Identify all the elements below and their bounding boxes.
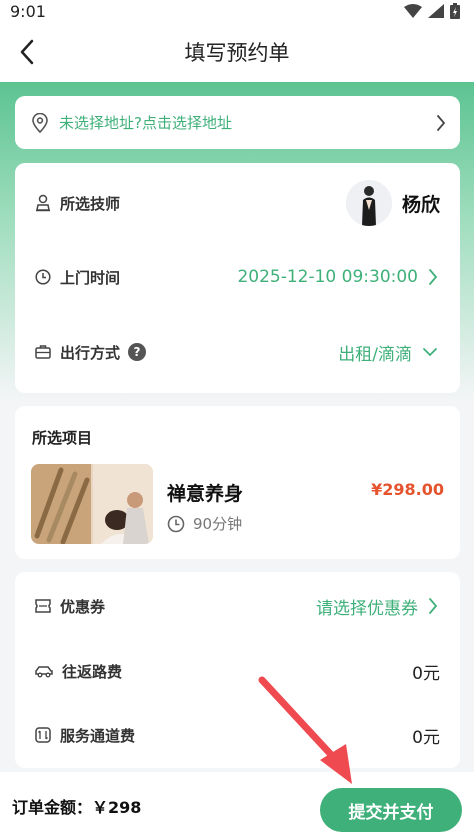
travel-fee-value: 0元 (412, 663, 440, 684)
location-pin-icon (32, 112, 48, 133)
coupon-text: 请选择优惠券 (316, 598, 418, 619)
coupon-icon (35, 599, 51, 613)
travel-mode-label: 出行方式 (60, 343, 121, 362)
bag-icon (35, 345, 51, 359)
page-title: 填写预约单 (184, 41, 290, 65)
coupon-label: 优惠券 (60, 597, 106, 616)
address-selector[interactable]: 未选择地址?点击选择地址 (15, 96, 460, 149)
submit-pay-button[interactable]: 提交并支付 (320, 788, 462, 832)
status-icons (404, 3, 460, 19)
service-fee-icon (35, 727, 51, 743)
technician-label: 所选技师 (60, 194, 121, 213)
signal-icon (428, 4, 444, 18)
project-image (31, 464, 153, 544)
duration-text: 90分钟 (193, 515, 243, 533)
travel-fee-row: 往返路费 0元 (15, 649, 460, 693)
visit-time-text: 2025-12-10 09:30:00 (237, 267, 418, 287)
channel-fee-label: 服务通道费 (60, 726, 136, 745)
battery-icon (450, 3, 460, 19)
booking-info-card: 所选技师 杨欣 上门时间 2025-12-10 09:30:00 出行方式 ? … (15, 163, 460, 393)
travel-mode-text: 出租/滴滴 (338, 344, 412, 365)
car-icon (35, 666, 53, 678)
status-bar: 9:01 (0, 0, 474, 22)
project-name: 禅意养身 (167, 483, 244, 505)
visit-time-label: 上门时间 (60, 268, 121, 287)
channel-fee-row: 服务通道费 0元 (15, 713, 460, 757)
address-placeholder: 未选择地址?点击选择地址 (59, 114, 232, 132)
technician-name: 杨欣 (401, 193, 440, 216)
technician-icon (36, 194, 50, 212)
project-price: ¥298.00 (371, 480, 444, 499)
travel-mode-row[interactable]: 出行方式 ? 出租/滴滴 (15, 330, 460, 374)
channel-fee-value: 0元 (412, 727, 440, 748)
chevron-right-icon (429, 269, 438, 285)
wifi-icon (404, 4, 422, 18)
chevron-right-icon (429, 598, 438, 614)
chevron-right-icon (437, 114, 446, 131)
travel-fee-label: 往返路费 (62, 662, 123, 681)
visit-time-row[interactable]: 上门时间 2025-12-10 09:30:00 (15, 255, 460, 299)
technician-row[interactable]: 所选技师 杨欣 (15, 179, 460, 227)
status-time: 9:01 (10, 1, 46, 21)
visit-time-value: 2025-12-10 09:30:00 (237, 267, 438, 287)
clock-icon (167, 515, 185, 532)
avatar (345, 180, 392, 226)
fee-card: 优惠券 请选择优惠券 往返路费 0元 服务通道费 0元 (15, 572, 460, 768)
back-button[interactable] (12, 36, 42, 68)
project-duration: 90分钟 (167, 513, 242, 534)
clock-icon (35, 269, 51, 285)
order-total: 订单金额：￥298 (12, 798, 142, 817)
technician-value: 杨欣 (345, 180, 440, 226)
bottom-bar: 订单金额：￥298 提交并支付 (0, 772, 474, 840)
coupon-row[interactable]: 优惠券 请选择优惠券 (15, 584, 460, 628)
travel-mode-value: 出租/滴滴 (338, 340, 438, 365)
chevron-left-icon (20, 39, 34, 65)
chevron-down-icon (423, 348, 437, 357)
coupon-value: 请选择优惠券 (316, 594, 438, 619)
project-card: 所选项目 禅意养身 ¥298.00 90分钟 (15, 406, 460, 559)
project-heading: 所选项目 (32, 429, 93, 447)
help-icon[interactable]: ? (128, 343, 147, 361)
nav-bar: 填写预约单 (0, 22, 474, 82)
